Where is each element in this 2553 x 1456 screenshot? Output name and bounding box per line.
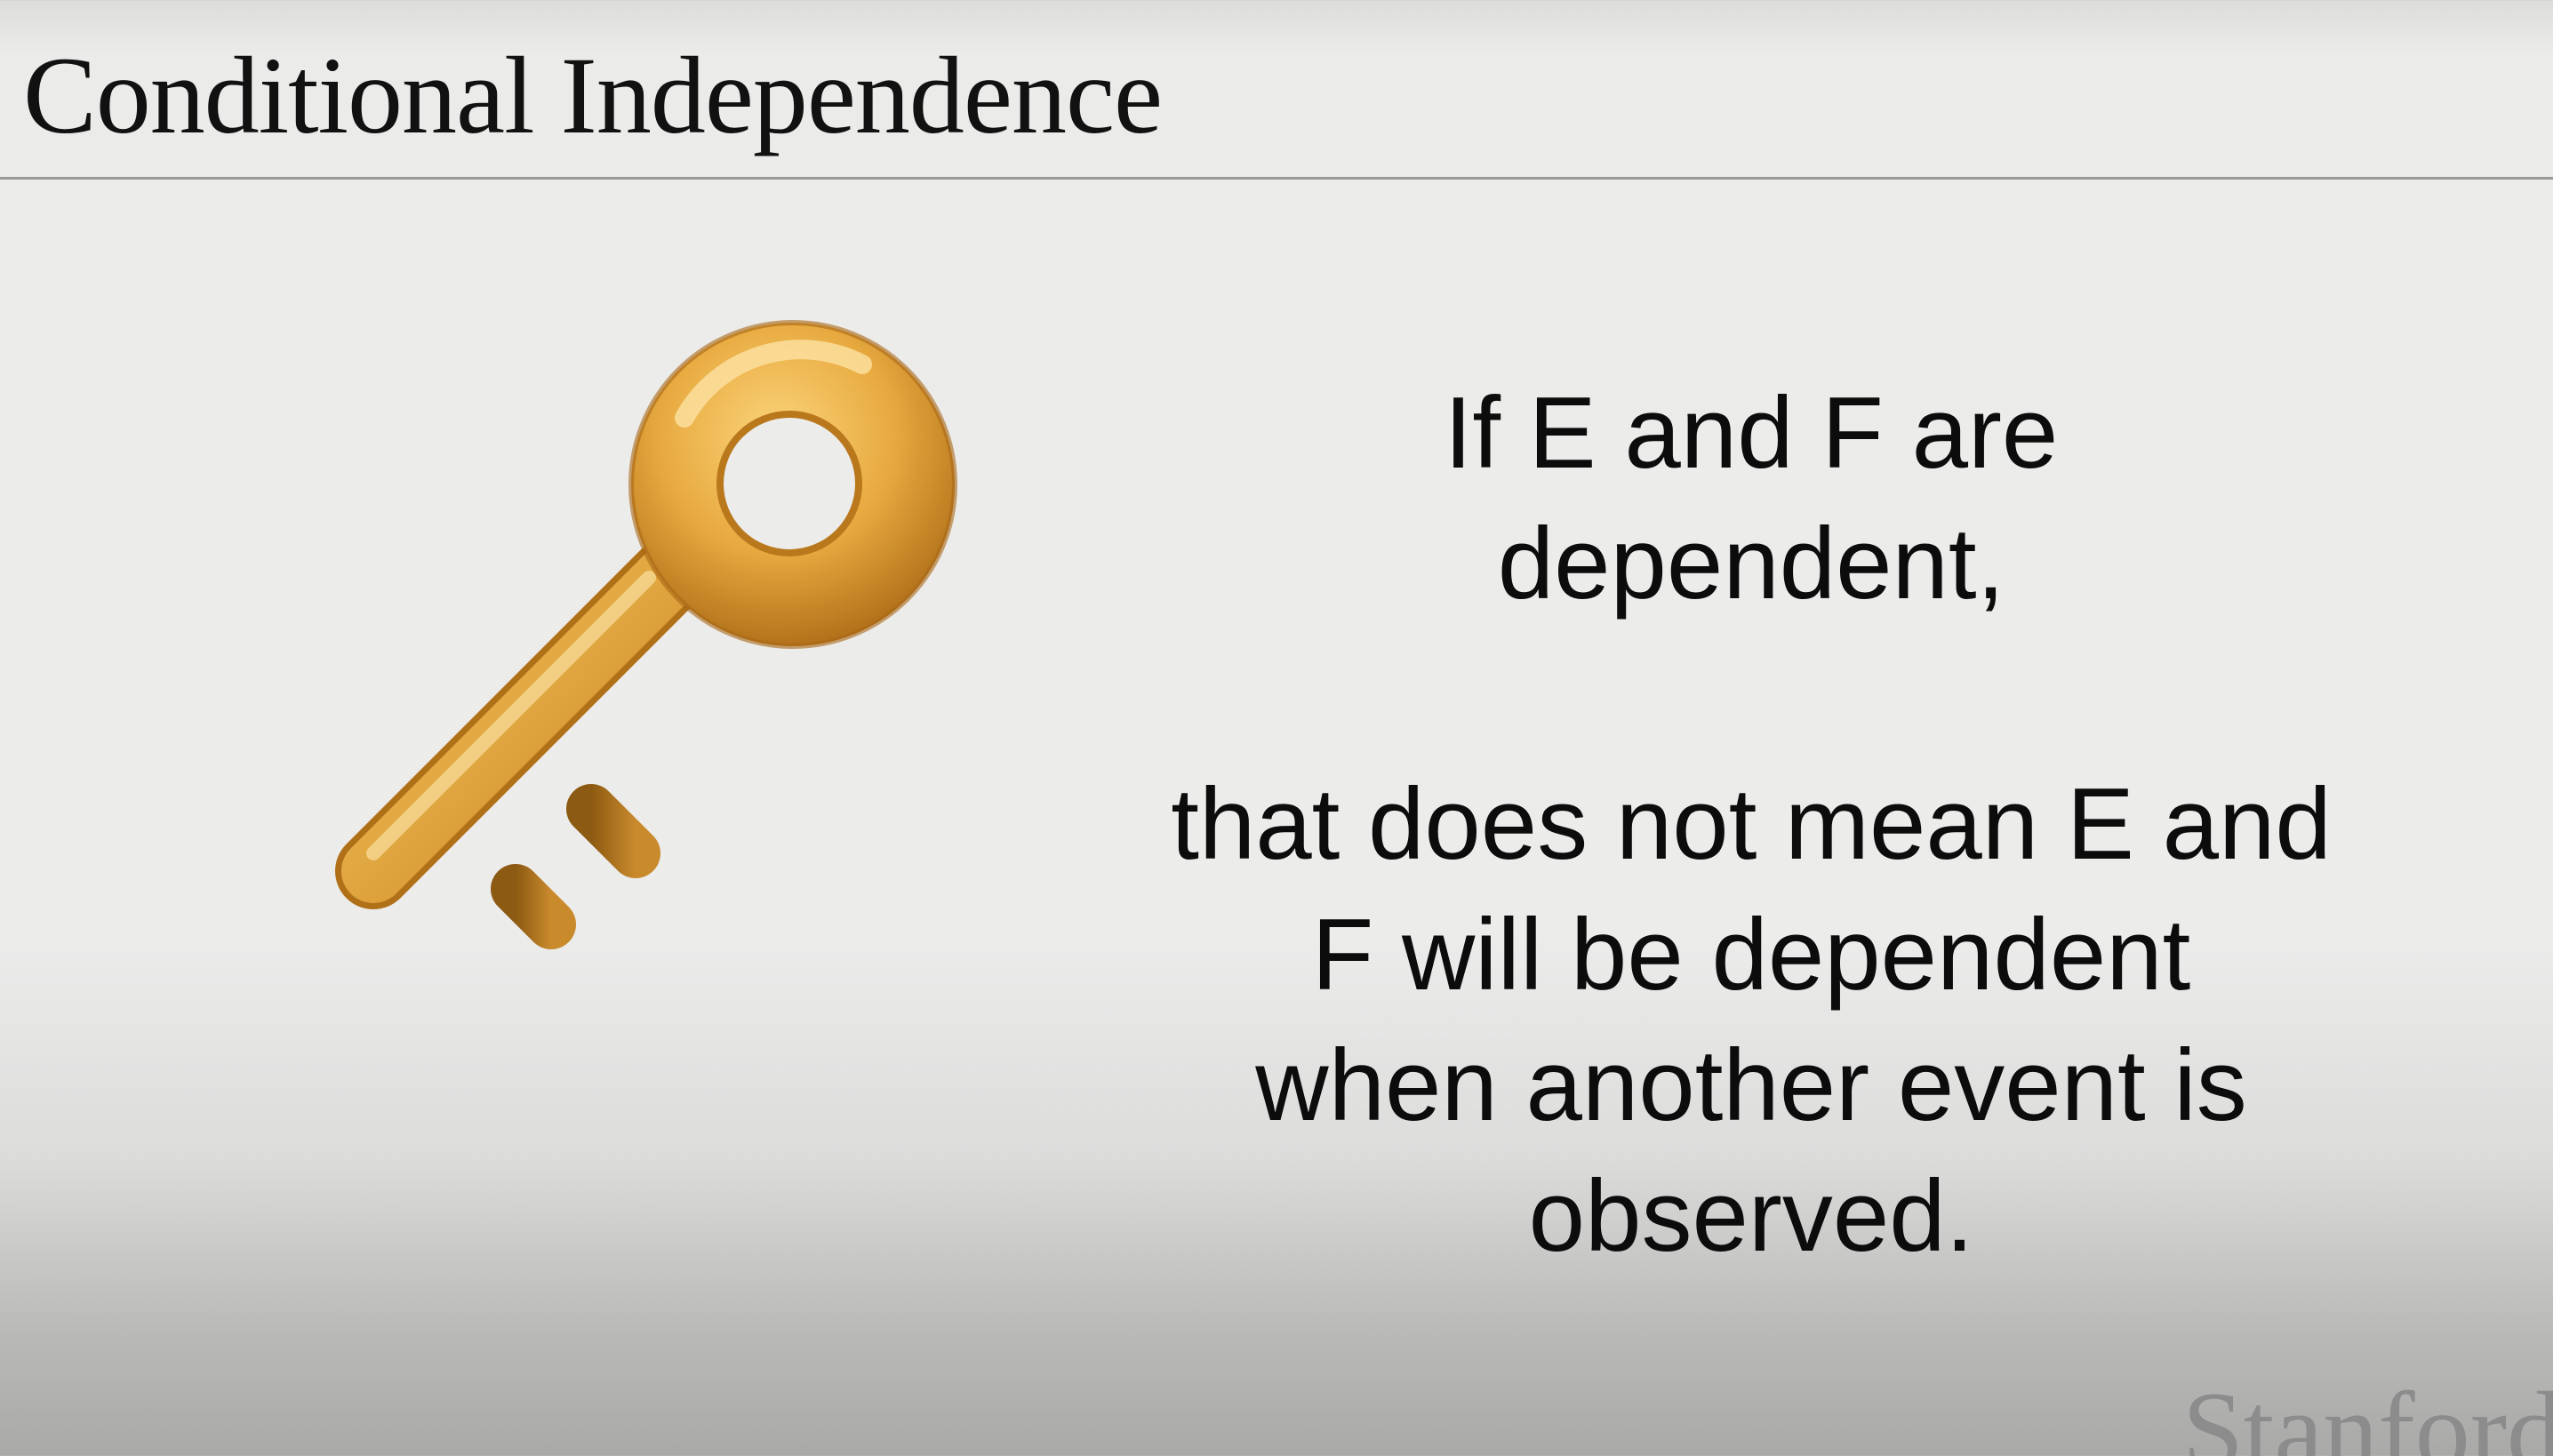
title-divider — [0, 177, 2553, 180]
key-teeth — [491, 784, 660, 949]
text-line: when another event is — [1255, 1029, 2247, 1142]
body-paragraph-1: If E and F are dependent, — [1013, 368, 2489, 629]
key-bow — [628, 320, 957, 649]
body-paragraph-2: that does not mean E and F will be depen… — [1013, 759, 2489, 1282]
stanford-logo: Stanford — [2181, 1370, 2553, 1456]
old-key-icon — [335, 320, 957, 949]
text-line: dependent, — [1497, 508, 2005, 620]
slide-title: Conditional Independence — [23, 35, 1163, 156]
text-line: that does not mean E and — [1171, 768, 2332, 881]
text-line: F will be dependent — [1311, 899, 2191, 1012]
text-line: If E and F are — [1444, 377, 2059, 490]
text-line: observed. — [1528, 1160, 1974, 1273]
